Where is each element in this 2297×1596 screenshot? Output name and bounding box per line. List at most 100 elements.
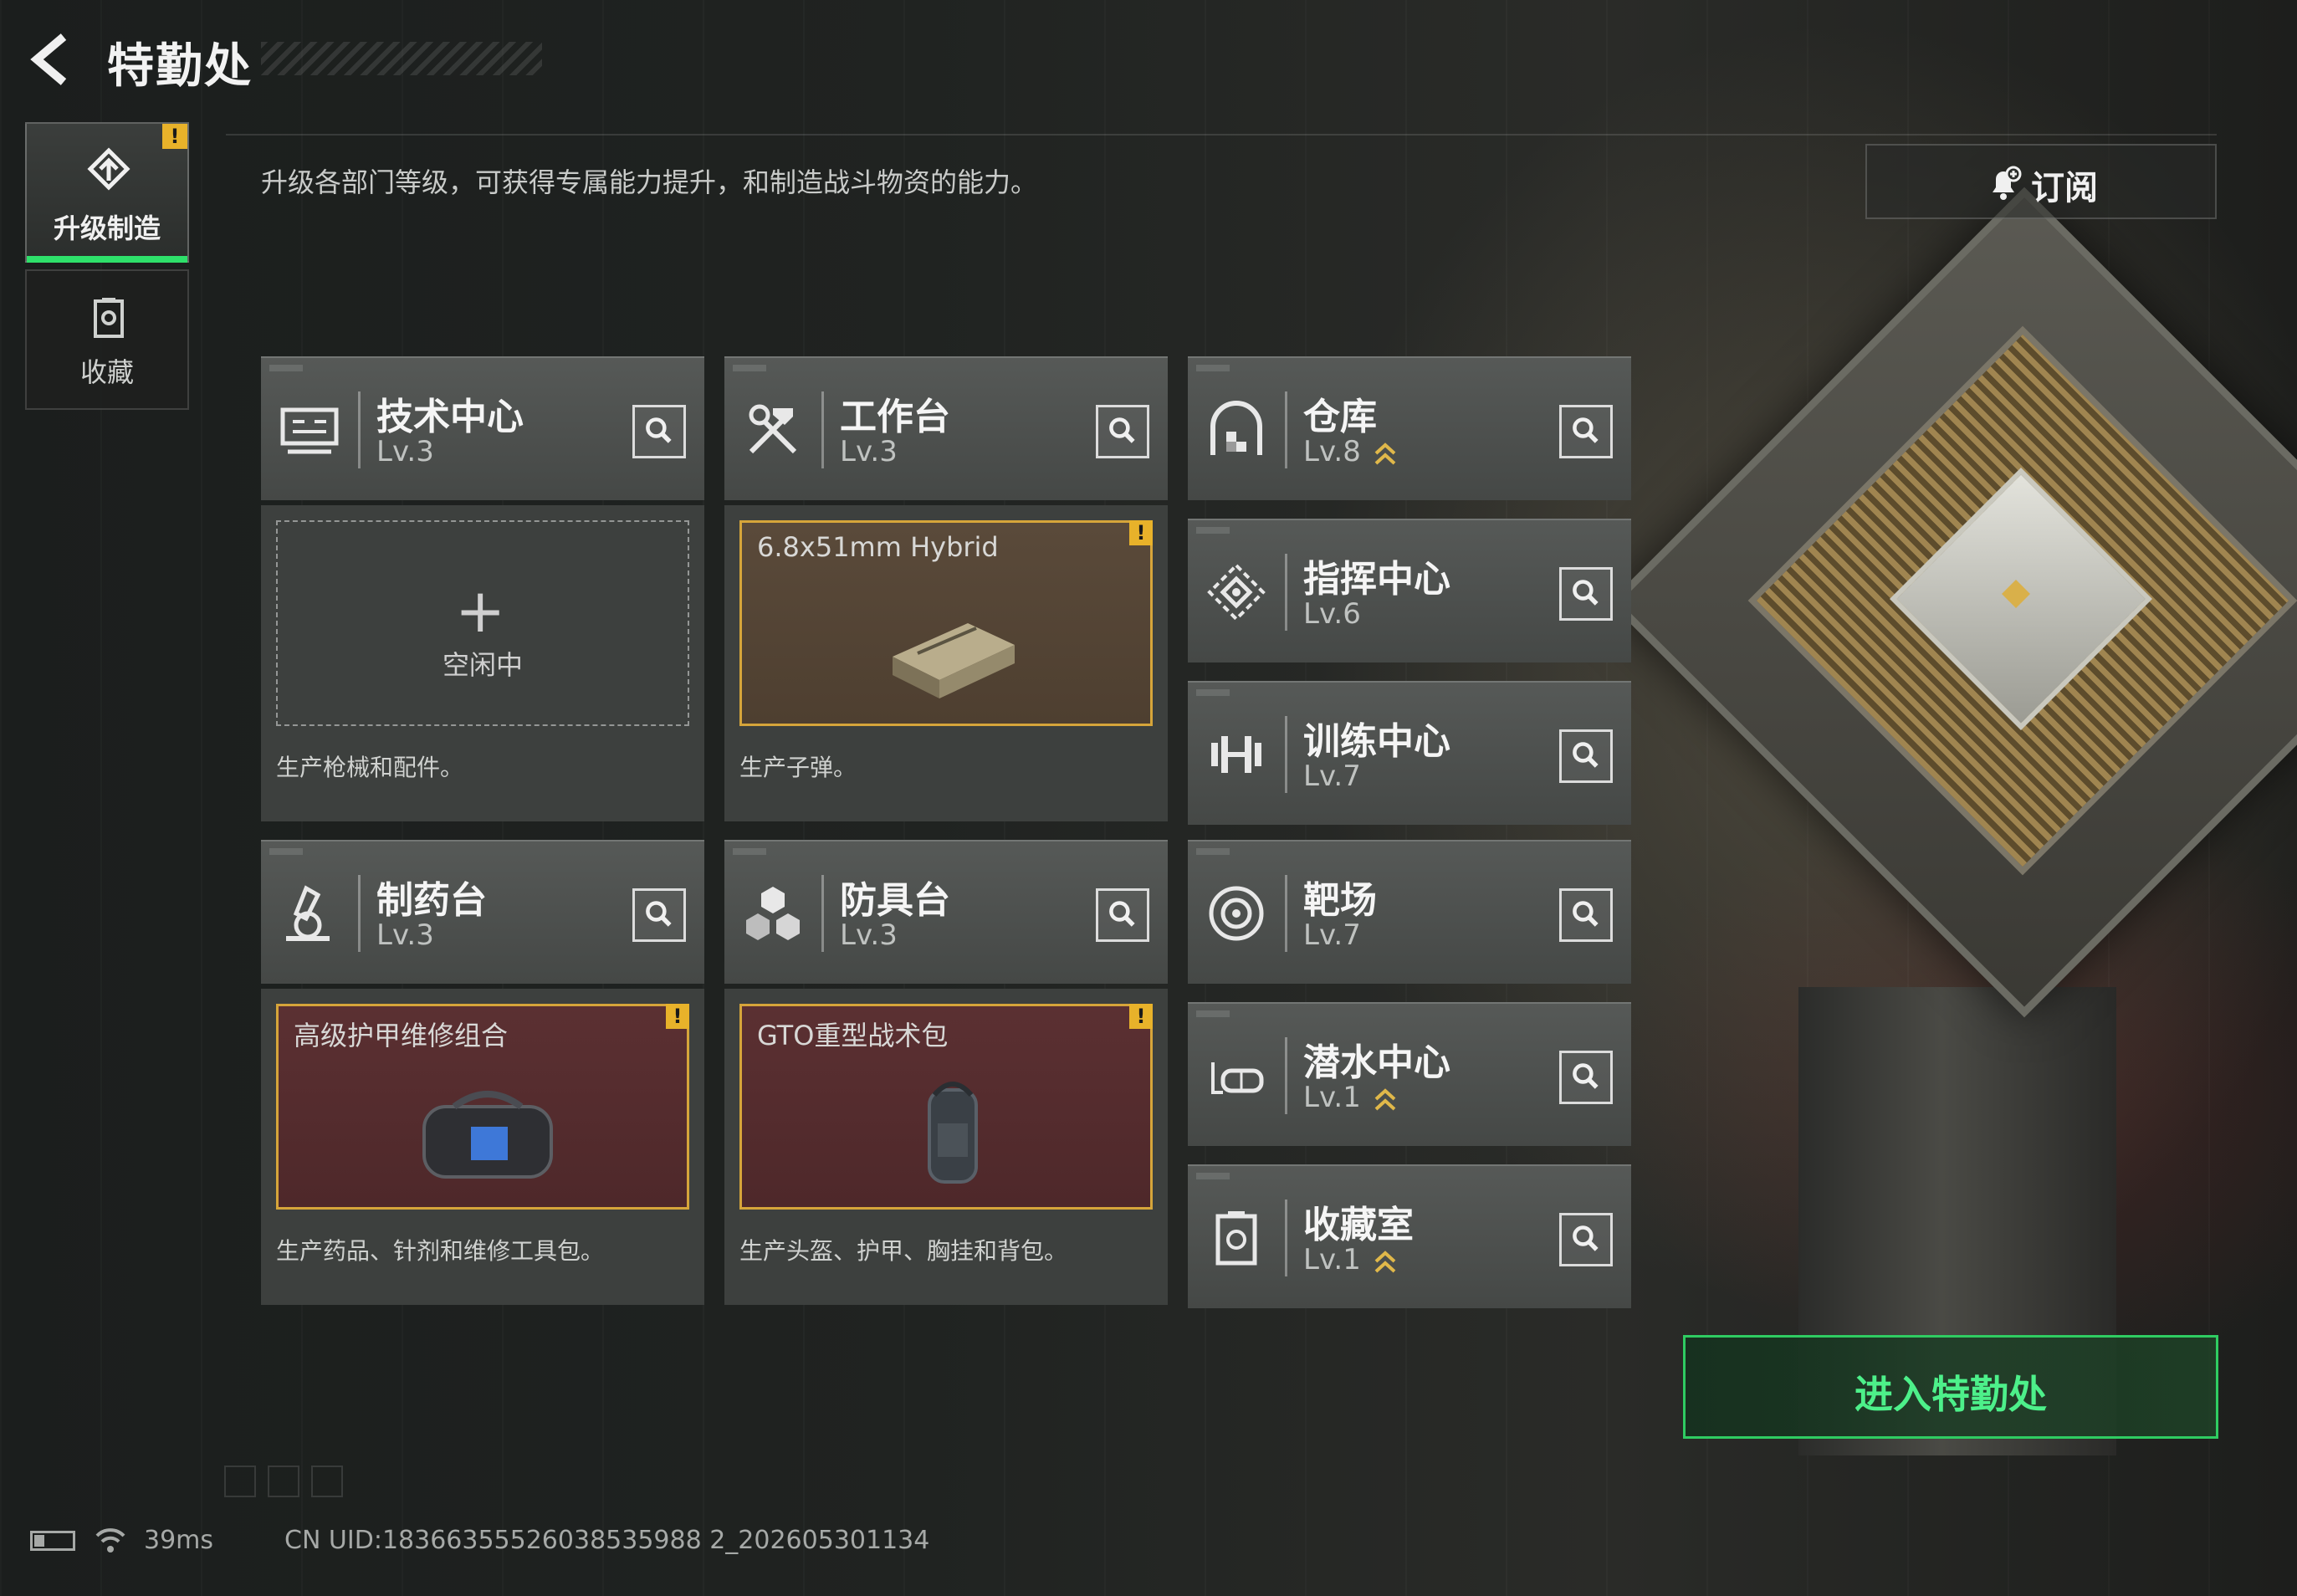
dept-card-workbench[interactable]: 工作台 Lv.3 [724,356,1168,500]
card-tag [1196,527,1230,534]
search-icon[interactable] [632,888,686,942]
dept-card-pharmacy[interactable]: 制药台 Lv.3 [261,840,704,984]
production-slot-tech-center[interactable]: + 空闲中 生产枪械和配件。 [261,505,704,821]
dept-name: 训练中心 [1303,720,1450,763]
item-frame[interactable]: GTO重型战术包 ! [739,1004,1153,1210]
nav-item-collection[interactable]: 收藏 [25,269,189,410]
plus-icon: + [455,575,506,646]
search-icon[interactable] [632,405,686,458]
bell-add-icon [1993,166,2022,200]
dept-name: 工作台 [840,396,950,438]
enter-button-label: 进入特勤处 [1854,1372,2047,1417]
subscribe-label: 订阅 [2031,169,2098,207]
card-divider [821,391,824,468]
command-icon [1207,563,1266,622]
target-icon [1209,886,1264,941]
back-arrow-icon[interactable] [25,30,84,89]
level-up-chevron-icon [1374,442,1396,465]
collection-room-icon [1215,1211,1257,1266]
warehouse-icon [1210,401,1262,455]
search-icon[interactable] [1559,1051,1613,1104]
battery-icon [30,1531,75,1551]
card-tag [1196,365,1230,371]
alert-badge: ! [666,1004,689,1029]
alert-badge: ! [162,124,187,149]
card-divider [358,391,361,468]
card-divider [1285,554,1287,631]
wifi-icon [95,1528,125,1553]
search-icon[interactable] [1096,888,1149,942]
card-tag [1196,689,1230,696]
production-slot-pharmacy[interactable]: 高级护甲维修组合 ! 生产药品、针剂和维修工具包。 [261,989,704,1305]
dept-name: 指挥中心 [1303,558,1450,601]
card-divider [358,875,361,952]
diving-mask-icon [1211,1062,1264,1094]
dept-level: Lv.6 [1303,597,1361,631]
search-icon[interactable] [1096,405,1149,458]
hammer-wrench-icon [749,404,797,454]
level-up-chevron-icon [1374,1088,1396,1111]
card-divider [1285,391,1287,468]
dept-level: Lv.8 [1303,435,1361,468]
search-icon[interactable] [1559,405,1613,458]
slot-description: 生产枪械和配件。 [276,754,464,781]
idle-status: 空闲中 [442,649,523,681]
alert-badge: ! [1129,520,1153,545]
dept-level: Lv.1 [1303,1243,1361,1276]
dept-name: 潜水中心 [1303,1041,1450,1084]
subscribe-button[interactable]: 订阅 [1865,144,2217,219]
slot-description: 生产药品、针剂和维修工具包。 [276,1237,605,1265]
dept-name: 技术中心 [376,396,524,438]
dept-card-warehouse[interactable]: 仓库 Lv.8 [1188,356,1631,500]
dept-card-shooting-range[interactable]: 靶场 Lv.7 [1188,840,1631,984]
alert-badge: ! [1129,1004,1153,1029]
item-frame[interactable]: 6.8x51mm Hybrid ! [739,520,1153,726]
microscope-icon [286,885,330,941]
dept-card-tech-center[interactable]: 技术中心 Lv.3 [261,356,704,500]
search-icon[interactable] [1559,729,1613,783]
upgrade-craft-icon [87,147,130,191]
active-indicator [27,256,187,263]
slot-description: 生产子弹。 [739,754,857,781]
dept-card-collection-room[interactable]: 收藏室 Lv.1 [1188,1164,1631,1308]
production-slot-workbench[interactable]: 6.8x51mm Hybrid ! 生产子弹。 [724,505,1168,821]
slot-description: 生产头盔、护甲、胸挂和背包。 [739,1237,1068,1265]
nav-item-upgrade-craft[interactable]: 升级制造 ! [25,122,189,263]
production-slot-armor-bench[interactable]: GTO重型战术包 ! 生产头盔、护甲、胸挂和背包。 [724,989,1168,1305]
search-icon[interactable] [1559,888,1613,942]
dept-name: 制药台 [376,879,487,922]
enter-special-ops-button[interactable]: 进入特勤处 [1683,1335,2218,1439]
collection-icon [94,298,124,338]
card-divider [1285,875,1287,952]
page-title: 特勤处 [107,39,253,94]
dept-card-command-center[interactable]: 指挥中心 Lv.6 [1188,519,1631,662]
dumbbell-icon [1211,736,1261,773]
ping-value: 39ms [144,1526,214,1555]
item-name: 6.8x51mm Hybrid [757,531,999,563]
dept-card-armor-bench[interactable]: 防具台 Lv.3 [724,840,1168,984]
card-tag [269,848,303,855]
dept-name: 防具台 [840,879,950,922]
dept-level: Lv.7 [1303,760,1361,793]
dept-card-training-center[interactable]: 训练中心 Lv.7 [1188,681,1631,825]
search-icon[interactable] [1559,567,1613,621]
search-icon[interactable] [1559,1213,1613,1266]
dept-name: 收藏室 [1303,1204,1414,1246]
dept-name: 靶场 [1303,879,1377,922]
dept-name: 仓库 [1303,396,1377,438]
nav-item-label: 收藏 [79,356,134,388]
item-name: 高级护甲维修组合 [294,1020,509,1051]
dept-level: Lv.3 [376,918,434,952]
dept-level: Lv.1 [1303,1081,1361,1114]
dept-level: Lv.3 [840,435,898,468]
dept-level: Lv.3 [840,918,898,952]
dept-card-diving-center[interactable]: 潜水中心 Lv.1 [1188,1002,1631,1146]
empty-slot[interactable]: + 空闲中 [276,520,689,726]
tactical-backpack-image [928,1082,978,1184]
card-tag [733,848,766,855]
title-decoration [261,42,542,75]
decorative-squares [224,1466,355,1501]
card-tag [1196,848,1230,855]
item-frame[interactable]: 高级护甲维修组合 ! [276,1004,689,1210]
card-divider [1285,1037,1287,1114]
